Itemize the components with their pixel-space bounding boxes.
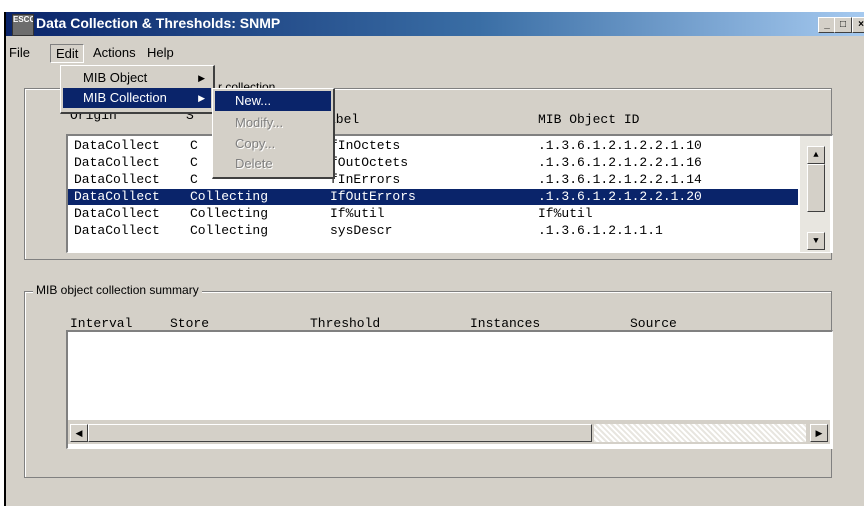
cell-label: fOutOctets — [330, 155, 409, 170]
header-threshold: Threshold — [310, 316, 381, 331]
cell-mib-object-id: If%util — [538, 206, 593, 221]
window-title: Data Collection & Thresholds: SNMP — [36, 15, 281, 31]
scroll-up-button[interactable]: ▲ — [807, 146, 825, 164]
menu-item-copy: Copy... — [235, 136, 276, 151]
cell-state: C — [190, 138, 198, 153]
table-row[interactable]: DataCollect Collecting IfOutErrors .1.3.6.1… — [68, 189, 798, 205]
table-row[interactable]: DataCollect CfOutOctets .1.3.6.1.2.1.2.2.1… — [68, 155, 798, 171]
cell-label: fInErrors — [330, 172, 401, 187]
cell-state: C — [190, 172, 198, 187]
close-button[interactable]: × — [852, 17, 864, 33]
cell-label: sysDescr — [330, 223, 393, 238]
menu-item-mib-object-label: MIB Object — [83, 70, 148, 85]
scroll-down-button[interactable]: ▼ — [807, 232, 825, 250]
mib-collection-list[interactable]: DataCollect CfInOctets .1.3.6.1.2.1.2.2.1.… — [66, 134, 833, 253]
cell-origin: DataCollect — [74, 189, 160, 204]
cell-origin: DataCollect — [74, 206, 160, 221]
cell-mib-object-id: .1.3.6.1.2.1.2.2.1.20 — [538, 189, 702, 204]
header-source: Source — [630, 316, 677, 331]
menu-item-mib-collection-label: MIB Collection — [83, 90, 167, 105]
header-interval: Interval — [70, 316, 133, 331]
cell-label: If%util — [330, 206, 385, 221]
menu-bar: File Edit Actions Help — [4, 42, 864, 63]
cell-mib-object-id: .1.3.6.1.2.1.2.2.1.16 — [538, 155, 702, 170]
app-icon: ESCO — [12, 14, 34, 36]
menu-help[interactable]: Help — [142, 44, 179, 61]
cell-origin: DataCollect — [74, 172, 160, 187]
menu-edit[interactable]: Edit — [50, 44, 85, 63]
menu-file[interactable]: File — [4, 44, 35, 61]
cell-state: Collecting — [190, 189, 269, 204]
cell-origin: DataCollect — [74, 155, 160, 170]
cell-label: IfOutErrors — [330, 189, 416, 204]
title-bar[interactable]: ESCO Data Collection & Thresholds: SNMP … — [6, 12, 864, 36]
cell-origin: DataCollect — [74, 223, 160, 238]
maximize-button[interactable]: □ — [834, 17, 852, 33]
scroll-right-button[interactable]: ▶ — [810, 424, 828, 442]
menu-item-modify: Modify... — [235, 115, 284, 130]
header-mib-object-id: MIB Object ID — [538, 112, 640, 127]
header-instances: Instances — [470, 316, 541, 331]
menu-item-delete: Delete — [235, 156, 273, 171]
mib-collection-submenu: New... Modify... Copy... Delete — [212, 88, 335, 179]
cell-state: C — [190, 155, 198, 170]
horizontal-scroll-thumb[interactable] — [88, 424, 592, 442]
cell-label: fInOctets — [330, 138, 401, 153]
edit-menu-dropdown: MIB Object ▶ MIB Collection ▶ — [60, 65, 215, 114]
cell-mib-object-id: .1.3.6.1.2.1.1.1 — [538, 223, 663, 238]
cell-mib-object-id: .1.3.6.1.2.1.2.2.1.10 — [538, 138, 702, 153]
menu-item-mib-collection[interactable]: MIB Collection ▶ — [63, 88, 211, 108]
cell-state: Collecting — [190, 206, 269, 221]
cell-mib-object-id: .1.3.6.1.2.1.2.2.1.14 — [538, 172, 702, 187]
table-row[interactable]: DataCollect CfInErrors .1.3.6.1.2.1.2.2.1.… — [68, 172, 798, 188]
table-row[interactable]: DataCollect CfInOctets .1.3.6.1.2.1.2.2.1.… — [68, 138, 798, 154]
summary-group-legend: MIB object collection summary — [33, 283, 202, 297]
submenu-arrow-icon: ▶ — [198, 73, 205, 83]
header-store: Store — [170, 316, 210, 331]
menu-actions[interactable]: Actions — [88, 44, 141, 61]
cell-state: Collecting — [190, 223, 269, 238]
scroll-thumb[interactable] — [807, 164, 825, 212]
menu-item-mib-object[interactable]: MIB Object ▶ — [63, 68, 211, 88]
menu-item-new[interactable]: New... — [215, 91, 331, 111]
list-vertical-scrollbar[interactable]: ▲ ▼ — [800, 136, 830, 252]
summary-list[interactable]: ◀ ▶ — [66, 330, 833, 449]
scroll-left-button[interactable]: ◀ — [70, 424, 88, 442]
cell-origin: DataCollect — [74, 138, 160, 153]
scroll-track[interactable] — [594, 424, 806, 442]
summary-horizontal-scrollbar[interactable]: ◀ ▶ — [68, 420, 830, 444]
application-window: ESCO Data Collection & Thresholds: SNMP … — [4, 12, 864, 506]
table-row[interactable]: DataCollect Collecting If%util If%util — [68, 206, 798, 222]
submenu-arrow-icon: ▶ — [198, 93, 205, 103]
table-row[interactable]: DataCollect Collecting sysDescr .1.3.6.1.2.… — [68, 223, 798, 239]
